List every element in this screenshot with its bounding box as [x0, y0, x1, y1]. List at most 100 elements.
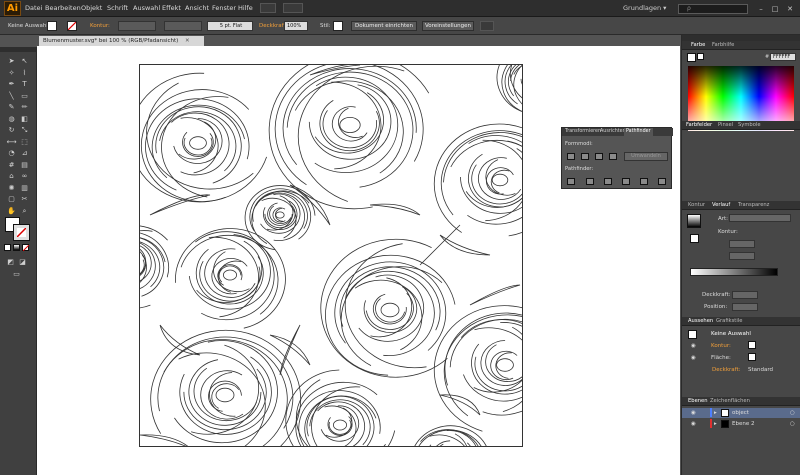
menu-bearbeiten[interactable]: Bearbeiten [45, 4, 81, 12]
tab-kontur[interactable]: Kontur [688, 202, 705, 209]
none-mode-icon[interactable] [22, 244, 29, 251]
layer-row-ebene2[interactable]: ◉ ▸ Ebene 2 ○ [682, 419, 800, 429]
rotate-tool-icon[interactable]: ↻ [6, 125, 17, 136]
gradient-type-select[interactable] [729, 214, 791, 222]
eye-icon[interactable]: ◉ [691, 343, 696, 349]
menu-schrift[interactable]: Schrift [107, 4, 128, 12]
rectangle-tool-icon[interactable]: ▭ [19, 91, 30, 102]
gradient-opacity-field[interactable] [732, 291, 758, 299]
document-tab[interactable]: Blumenmuster.svg* bei 100 % (RGB/Pfadans… [39, 36, 204, 46]
layer-name[interactable]: Ebene 2 [732, 419, 754, 429]
stroke-swatch[interactable] [67, 21, 77, 31]
column-graph-tool-icon[interactable]: ▥ [19, 183, 30, 194]
width-tool-icon[interactable]: ⟷ [6, 137, 17, 148]
layer-visibility-icon[interactable]: ◉ [691, 408, 696, 418]
stroke-label[interactable]: Kontur: [90, 23, 110, 29]
brush-definition-field[interactable]: 5 pt. Flat [207, 21, 253, 31]
expand-button[interactable]: Umwandeln [624, 152, 668, 161]
pen-tool-icon[interactable]: ✒ [6, 79, 17, 90]
tab-zeichenflaechen[interactable]: Zeichenflächen [710, 398, 750, 405]
preferences-button[interactable]: Voreinstellungen [422, 21, 474, 31]
tab-farbhilfe[interactable]: Farbhilfe [712, 42, 734, 49]
pencil-tool-icon[interactable]: ✏ [19, 102, 30, 113]
layer-target-icon[interactable]: ○ [790, 408, 795, 418]
tab-farbe[interactable]: Farbe [691, 42, 705, 49]
menu-auswahl[interactable]: Auswahl [133, 4, 160, 12]
gradient-preview[interactable] [687, 214, 701, 228]
workspace-switcher[interactable]: Grundlagen ▾ [623, 4, 666, 12]
maximize-icon[interactable]: □ [770, 4, 780, 14]
blend-tool-icon[interactable]: ∞ [19, 171, 30, 182]
gradient-position-field[interactable] [732, 303, 758, 311]
draw-behind-icon[interactable]: ◪ [17, 257, 28, 268]
canvas-area[interactable] [37, 46, 680, 475]
zoom-tool-icon[interactable]: ⌕ [19, 206, 30, 217]
menu-datei[interactable]: Datei [25, 4, 42, 12]
appearance-stroke-swatch[interactable] [748, 341, 756, 349]
variable-width-field[interactable] [164, 21, 202, 31]
gradient-mode-icon[interactable] [13, 244, 20, 251]
crop-icon[interactable] [622, 178, 630, 185]
close-tab-icon[interactable]: ✕ [185, 38, 190, 44]
artboard[interactable] [139, 64, 523, 447]
stroke-weight-field[interactable] [118, 21, 156, 31]
eraser-tool-icon[interactable]: ◧ [19, 114, 30, 125]
shape-builder-tool-icon[interactable]: ◔ [6, 148, 17, 159]
hex-field[interactable]: FFFFFF [770, 53, 796, 61]
eye-icon[interactable]: ◉ [691, 355, 696, 361]
tab-transparenz[interactable]: Transparenz [738, 202, 769, 209]
minus-front-icon[interactable] [581, 153, 589, 160]
minus-back-icon[interactable] [658, 178, 666, 185]
exclude-icon[interactable] [609, 153, 617, 160]
tab-transformieren[interactable]: Transformieren [563, 128, 603, 136]
selection-tool-icon[interactable]: ➤ [6, 56, 17, 67]
opacity-field[interactable]: 100% [284, 21, 308, 31]
menu-effekt[interactable]: Effekt [162, 4, 181, 12]
color-mode-icon[interactable] [4, 244, 11, 251]
paintbrush-tool-icon[interactable]: ✎ [6, 102, 17, 113]
appearance-fill-swatch[interactable] [748, 353, 756, 361]
layer-target-icon[interactable]: ○ [790, 419, 795, 429]
menu-fenster[interactable]: Fenster [212, 4, 236, 12]
blob-brush-tool-icon[interactable]: ◍ [6, 114, 17, 125]
appearance-fill-label[interactable]: Fläche: [711, 355, 731, 361]
fill-swatch[interactable] [47, 21, 57, 31]
tab-verlauf[interactable]: Verlauf [712, 202, 730, 209]
tab-grafikstile[interactable]: Grafikstile [716, 318, 742, 325]
slice-tool-icon[interactable]: ✂ [19, 194, 30, 205]
gradient-tool-icon[interactable]: ▤ [19, 160, 30, 171]
tab-aussehen[interactable]: Aussehen [688, 318, 713, 325]
bridge-button[interactable] [260, 3, 276, 13]
tab-pinsel[interactable]: Pinsel [718, 122, 733, 129]
document-setup-button[interactable]: Dokument einrichten [351, 21, 417, 31]
close-icon[interactable]: ✕ [785, 4, 795, 14]
search-input[interactable]: ρ [678, 4, 748, 14]
merge-icon[interactable] [604, 178, 612, 185]
screen-mode-icon[interactable]: ▭ [11, 269, 22, 280]
free-transform-tool-icon[interactable]: ⬚ [19, 137, 30, 148]
hand-tool-icon[interactable]: ✋ [6, 206, 17, 217]
layer-expand-icon[interactable]: ▸ [714, 419, 717, 429]
divide-icon[interactable] [567, 178, 575, 185]
intersect-icon[interactable] [595, 153, 603, 160]
menu-objekt[interactable]: Objekt [81, 4, 102, 12]
artboard-tool-icon[interactable]: ▢ [6, 194, 17, 205]
appearance-stroke-label[interactable]: Kontur: [711, 343, 731, 349]
line-tool-icon[interactable]: ╲ [6, 91, 17, 102]
outline-icon[interactable] [640, 178, 648, 185]
gradient-ratio-field[interactable] [729, 252, 755, 260]
arrange-icon[interactable] [480, 21, 494, 31]
symbol-sprayer-tool-icon[interactable]: ✺ [6, 183, 17, 194]
perspective-tool-icon[interactable]: ⊿ [19, 148, 30, 159]
menu-hilfe[interactable]: Hilfe [238, 4, 253, 12]
appearance-opacity-label[interactable]: Deckkraft: [712, 367, 741, 373]
eyedropper-tool-icon[interactable]: ⌂ [6, 171, 17, 182]
magic-wand-tool-icon[interactable]: ✧ [6, 68, 17, 79]
layer-row-object[interactable]: ◉ ▸ object ○ [682, 408, 800, 418]
color-fill-icon[interactable] [687, 53, 696, 62]
minimize-icon[interactable]: – [756, 4, 766, 14]
draw-normal-icon[interactable]: ◩ [5, 257, 16, 268]
gradient-fill-swatch[interactable] [690, 234, 699, 243]
direct-selection-tool-icon[interactable]: ↖ [19, 56, 30, 67]
tab-ebenen[interactable]: Ebenen [688, 398, 708, 405]
